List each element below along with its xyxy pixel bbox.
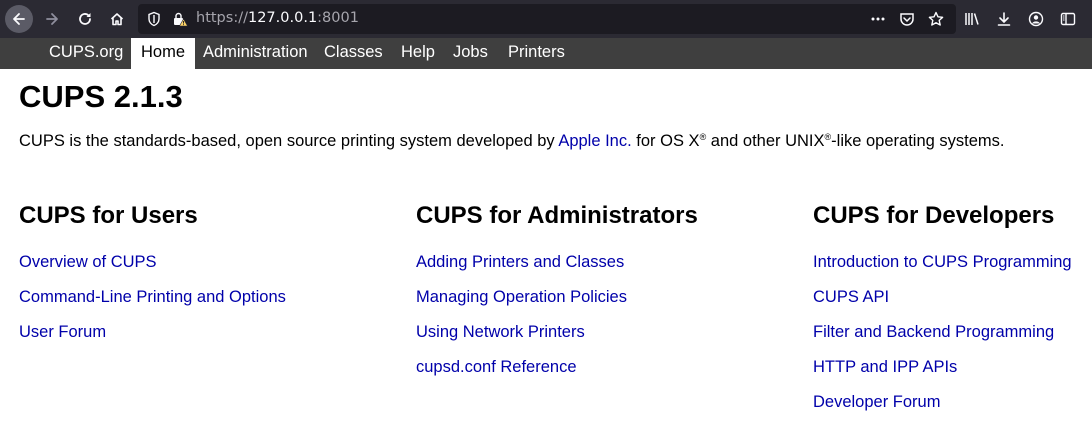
- administrators-heading: CUPS for Administrators: [416, 202, 698, 229]
- download-icon: [997, 12, 1011, 26]
- developer-forum-link[interactable]: Developer Forum: [813, 393, 940, 411]
- users-links: Overview of CUPS Command-Line Printing a…: [19, 253, 286, 358]
- administrators-links: Adding Printers and Classes Managing Ope…: [416, 253, 698, 393]
- nav-administration[interactable]: Administration: [193, 38, 318, 69]
- cups-programming-link[interactable]: Introduction to CUPS Programming: [813, 253, 1072, 271]
- shield-icon[interactable]: [146, 11, 162, 27]
- account-icon: [1028, 11, 1044, 27]
- administrators-column: CUPS for Administrators Adding Printers …: [416, 202, 698, 393]
- reload-icon: [79, 13, 91, 25]
- forward-button[interactable]: [38, 5, 66, 33]
- cupsd-conf-link[interactable]: cupsd.conf Reference: [416, 358, 577, 376]
- library-icon: [965, 13, 979, 25]
- developers-column: CUPS for Developers Introduction to CUPS…: [813, 202, 1072, 428]
- nav-printers[interactable]: Printers: [498, 38, 575, 69]
- users-heading: CUPS for Users: [19, 202, 198, 229]
- operation-policies-link[interactable]: Managing Operation Policies: [416, 288, 627, 306]
- page-title: CUPS 2.1.3: [19, 79, 183, 114]
- account-button[interactable]: [1022, 5, 1050, 33]
- network-printers-link[interactable]: Using Network Printers: [416, 323, 585, 341]
- intro-text-start: CUPS is the standards-based, open source…: [19, 132, 559, 150]
- intro-text-osx: for OS X: [631, 132, 700, 150]
- nav-jobs[interactable]: Jobs: [443, 38, 498, 69]
- nav-help[interactable]: Help: [391, 38, 445, 69]
- insecure-lock-icon[interactable]: [172, 11, 188, 27]
- page-content: CUPS 2.1.3 CUPS is the standards-based, …: [0, 69, 1092, 435]
- command-line-printing-link[interactable]: Command-Line Printing and Options: [19, 288, 286, 306]
- user-forum-link[interactable]: User Forum: [19, 323, 106, 341]
- url-scheme: https://: [196, 10, 248, 26]
- intro-paragraph: CUPS is the standards-based, open source…: [19, 132, 1004, 151]
- filter-backend-link[interactable]: Filter and Backend Programming: [813, 323, 1054, 341]
- developers-heading: CUPS for Developers: [813, 202, 1055, 229]
- reload-button[interactable]: [71, 5, 99, 33]
- url-bar[interactable]: https://127.0.0.1:8001: [138, 4, 956, 34]
- intro-text-and: and other UNIX: [706, 132, 825, 150]
- downloads-button[interactable]: [990, 5, 1018, 33]
- nav-home[interactable]: Home: [131, 38, 196, 69]
- developers-links: Introduction to CUPS Programming CUPS AP…: [813, 253, 1072, 428]
- page-actions-icon[interactable]: [870, 11, 886, 27]
- cups-navbar: CUPS.org Home Administration Classes Hel…: [0, 38, 1092, 69]
- home-button[interactable]: [103, 5, 131, 33]
- apple-link[interactable]: Apple Inc.: [558, 132, 631, 150]
- overview-link[interactable]: Overview of CUPS: [19, 253, 157, 271]
- cups-api-link[interactable]: CUPS API: [813, 288, 889, 306]
- nav-cups-org[interactable]: CUPS.org: [39, 38, 133, 69]
- sidebar-button[interactable]: [1054, 5, 1082, 33]
- bookmark-star-icon[interactable]: [928, 11, 944, 27]
- library-button[interactable]: [958, 5, 986, 33]
- users-column: CUPS for Users Overview of CUPS Command-…: [19, 202, 286, 358]
- arrow-left-icon: [13, 13, 25, 25]
- back-button[interactable]: [5, 5, 33, 33]
- adding-printers-link[interactable]: Adding Printers and Classes: [416, 253, 624, 271]
- sidebar-icon: [1060, 12, 1076, 26]
- home-icon: [110, 13, 124, 26]
- http-ipp-apis-link[interactable]: HTTP and IPP APIs: [813, 358, 957, 376]
- url-text[interactable]: https://127.0.0.1:8001: [196, 10, 359, 26]
- url-host: 127.0.0.1: [247, 10, 318, 26]
- nav-classes[interactable]: Classes: [314, 38, 393, 69]
- browser-toolbar: https://127.0.0.1:8001: [0, 0, 1092, 38]
- intro-text-end: -like operating systems.: [831, 132, 1005, 150]
- url-port: :8001: [317, 10, 359, 26]
- arrow-right-icon: [46, 13, 58, 25]
- pocket-icon[interactable]: [899, 11, 915, 27]
